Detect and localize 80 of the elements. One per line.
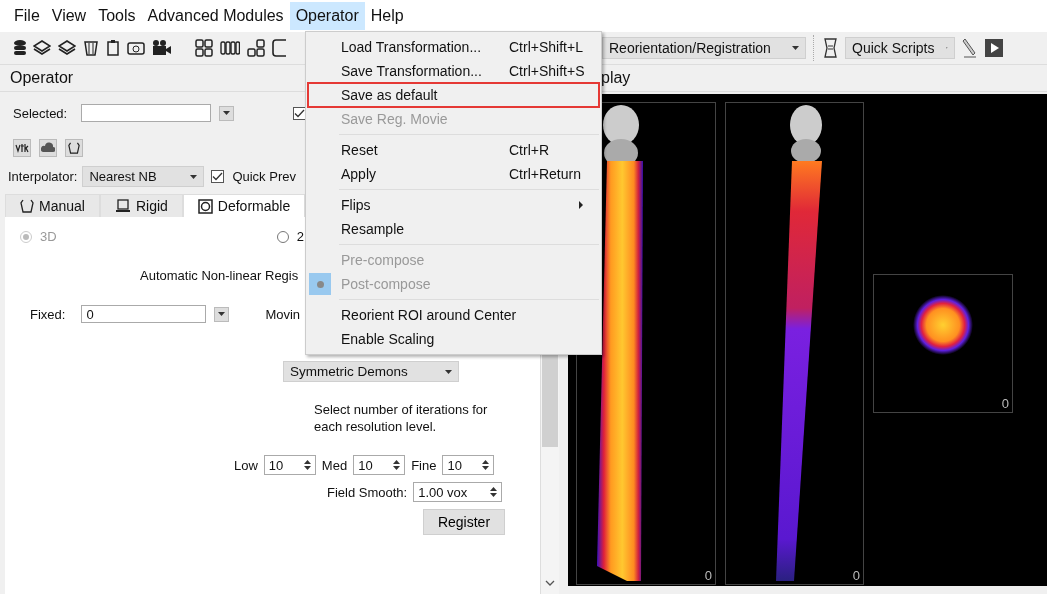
shortcut-label: Ctrl+R (509, 142, 551, 158)
tab[interactable]: Deformable (182, 194, 306, 217)
iteration-label: Med (321, 457, 348, 473)
radio-button[interactable] (276, 230, 289, 243)
viewport-value: 0 (1001, 396, 1009, 411)
menu-title[interactable]: Advanced Modules (141, 2, 290, 30)
caret-icon (445, 369, 452, 374)
menu-item[interactable]: Reorient ROI around Center (308, 303, 599, 327)
scroll-down-icon[interactable] (545, 580, 555, 586)
scripts-dropdown[interactable]: Quick Scripts (845, 37, 955, 59)
video-camera-icon[interactable] (152, 39, 172, 57)
menu-title[interactable]: View (45, 2, 93, 30)
menu-item[interactable]: Apply Ctrl+Return (308, 162, 599, 186)
selected-label: Selected: (13, 105, 68, 121)
menu-item[interactable]: Load Transformation... Ctrl+Shift+L (308, 35, 599, 59)
dropdown-button[interactable] (219, 105, 235, 121)
spin-arrows-icon (482, 459, 490, 471)
shortcut-label: Ctrl+Return (509, 166, 582, 182)
interpolator-label: Interpolator: (8, 169, 78, 184)
menu-item[interactable]: Flips (308, 193, 599, 217)
checkbox[interactable] (211, 170, 225, 183)
grid-layout-icon[interactable] (195, 39, 213, 57)
spin-arrows-icon (303, 459, 311, 471)
viewport-value: 0 (704, 568, 712, 583)
caret-icon (223, 111, 231, 115)
hand-outline-button[interactable] (65, 139, 83, 157)
radio-label: 3D (40, 229, 57, 244)
layers-icon[interactable] (58, 39, 76, 57)
cross-section-drawing (913, 295, 973, 355)
submenu-arrow-icon (579, 201, 583, 209)
viewport-value: 0 (852, 568, 860, 583)
radio-label: 2 (296, 229, 304, 244)
columns-layout-icon[interactable] (220, 39, 240, 57)
laptop-icon (114, 199, 131, 213)
database-icon[interactable] (14, 39, 26, 57)
module-dropdown[interactable]: Reorientation/Registration (602, 37, 806, 59)
menu-item[interactable]: Enable Scaling (308, 327, 599, 351)
shortcut-label: Ctrl+Shift+L (509, 39, 583, 55)
moving-label: Movin (265, 306, 301, 322)
caret-icon (190, 174, 198, 179)
spin-box[interactable]: 1.00 vox (413, 482, 503, 502)
fixed-field[interactable]: 0 (81, 305, 207, 323)
spin-box[interactable]: 10 (442, 455, 495, 475)
layers-icon[interactable] (33, 39, 51, 57)
spin-box[interactable]: 10 (353, 455, 406, 475)
menu-title[interactable]: Operator (289, 2, 365, 30)
menu-item[interactable]: Resample (308, 217, 599, 241)
iteration-label: Fine (411, 457, 437, 473)
register-button[interactable]: Register (423, 509, 505, 535)
smooth-label: Field Smooth: (327, 484, 408, 500)
menu-item[interactable]: Reset Ctrl+R (308, 138, 599, 162)
clipboard-icon[interactable] (106, 39, 120, 57)
menu-title[interactable]: Tools (92, 2, 142, 30)
spin-arrows-icon (490, 486, 498, 498)
cloud-button[interactable] (39, 139, 57, 157)
method-dropdown[interactable]: Symmetric Demons (283, 361, 459, 382)
fixed-label: Fixed: (30, 306, 66, 322)
pencil-icon[interactable] (962, 38, 978, 58)
tab[interactable]: Manual (5, 194, 100, 217)
selected-field[interactable] (81, 104, 212, 122)
framed-circle-icon (197, 198, 213, 214)
dropdown-button[interactable] (214, 306, 230, 322)
spin-arrows-icon (393, 459, 401, 471)
quick-preview-label: Quick Prev (232, 169, 296, 184)
menu-title[interactable]: File (8, 2, 46, 30)
hand-outline-icon (20, 199, 34, 213)
instructions-text: Select number of iterations for each resolution level. (314, 401, 489, 435)
camera-icon[interactable] (127, 39, 145, 57)
vtk-button[interactable] (13, 139, 31, 157)
section-heading: Automatic Non-linear Regis (140, 268, 299, 283)
single-layout-icon[interactable] (272, 39, 286, 57)
caret-icon (218, 312, 226, 316)
play-icon[interactable] (985, 39, 1003, 57)
caret-icon (792, 46, 799, 50)
spin-box[interactable]: 10 (263, 455, 316, 475)
menu-title[interactable]: Help (364, 2, 410, 30)
interpolator-dropdown[interactable]: Nearest NB (82, 166, 205, 187)
mixed-layout-icon[interactable] (247, 39, 265, 57)
iteration-label: Low (234, 457, 258, 473)
tab[interactable]: Rigid (99, 194, 183, 217)
